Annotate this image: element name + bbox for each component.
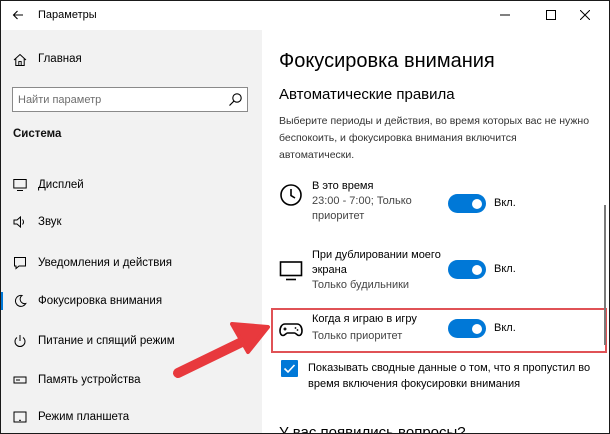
clock-icon [280,184,302,206]
section-label: Система [13,128,62,140]
sidebar-item-home[interactable]: Главная [0,46,262,74]
toggle-label: Вкл. [494,197,516,209]
search-box [12,87,248,112]
sidebar-item-sound[interactable]: Звук [0,207,262,237]
sidebar-item-notifications[interactable]: Уведомления и действия [0,248,262,278]
summary-checkbox[interactable] [281,360,298,377]
rule-during-time[interactable]: В это время 23:00 - 7:00; Только приорит… [279,178,597,224]
content-pane: Фокусировка внимания Автоматические прав… [262,30,610,434]
display-icon [279,261,303,281]
window-title: Параметры [38,9,97,21]
sidebar-item-label: Дисплей [38,179,84,191]
search-icon[interactable] [228,92,243,107]
sidebar-item-label: Фокусировка внимания [38,295,163,307]
toggle-knob [472,198,482,209]
sidebar-item-display[interactable]: Дисплей [0,170,262,200]
arrow-left-icon [12,10,23,20]
page-title: Фокусировка внимания [279,50,495,72]
sidebar-item-label: Звук [38,216,62,228]
back-button[interactable] [6,3,30,27]
notification-icon [14,257,26,270]
title-bar: Параметры [0,0,610,30]
monitor-icon [13,179,27,191]
minimize-button[interactable] [490,0,520,30]
rule-duplicating-display[interactable]: При дублировании моего экрана Только буд… [279,247,597,293]
selected-indicator [0,292,3,310]
search-input[interactable] [18,90,218,109]
maximize-button[interactable] [536,0,566,30]
toggle-label: Вкл. [494,263,516,275]
sidebar-item-label: Память устройства [38,374,141,386]
rule-title: В это время [312,180,374,192]
home-icon [13,53,27,66]
sidebar-item-label: Режим планшета [38,411,130,423]
rule-title: При дублировании моего экрана [312,249,441,276]
scrollbar[interactable] [604,205,606,345]
summary-checkbox-label: Показывать сводные данные о том, что я п… [308,362,591,390]
section-description: Выберите периоды и действия, во время ко… [279,115,590,161]
tablet-icon [13,411,27,423]
questions-heading: У вас появились вопросы? [279,424,466,434]
sidebar-item-focus-assist[interactable]: Фокусировка внимания [0,286,262,316]
sidebar-item-label: Уведомления и действия [38,257,173,269]
maximize-icon [546,10,556,20]
sidebar-item-label: Главная [38,53,82,65]
toggle-knob [472,264,482,275]
sidebar-item-power[interactable]: Питание и спящий режим [0,326,262,356]
toggle-during-time[interactable] [448,194,486,213]
moon-icon [14,294,27,307]
rule-subtitle: Только будильники [312,279,410,291]
speaker-icon [13,215,24,229]
checkmark-icon [283,364,296,374]
sidebar: Главная Система Дисплей Звук [0,30,262,434]
toggle-duplicating-display[interactable] [448,260,486,279]
highlight-box [271,308,607,353]
rule-subtitle: 23:00 - 7:00; Только приоритет [312,195,412,222]
sidebar-item-label: Питание и спящий режим [38,335,175,347]
storage-icon [13,376,27,384]
minimize-icon [500,14,510,16]
sidebar-item-storage[interactable]: Память устройства [0,365,262,395]
close-icon [580,10,590,20]
section-heading: Автоматические правила [279,86,455,103]
close-button[interactable] [570,0,600,30]
settings-window: Параметры Главная Система [0,0,610,434]
power-icon [14,335,26,347]
sidebar-item-tablet[interactable]: Режим планшета [0,402,262,432]
